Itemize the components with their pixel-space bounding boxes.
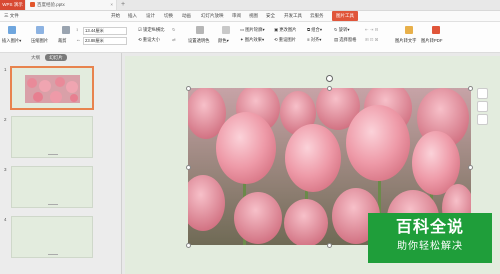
menu-design[interactable]: 设计 [146,11,155,21]
select-pane-label: 选择窗格 [339,37,357,42]
watermark-title: 百科全说 [395,219,464,236]
thumbnail-footer [48,154,58,155]
menu-slideshow[interactable]: 幻灯片放映 [201,11,224,21]
picture-to-pdf-label[interactable]: 图片转PDF [421,38,442,44]
menu-developer[interactable]: 开发工具 [284,11,302,21]
document-tab[interactable]: 百度经验.pptx × [26,0,117,10]
reset-picture-label: 重设图片 [278,37,296,42]
width-field[interactable]: 23.88厘米 [83,37,127,45]
lock-ratio-label: 锁定纵横比 [143,27,165,32]
resize-handle-left[interactable] [186,165,191,170]
pptx-file-icon [30,2,35,8]
set-transparent-icon[interactable] [196,26,204,34]
rotate-label: 旋转▾ [338,27,350,32]
menu-insert[interactable]: 插入 [128,11,137,21]
panel-tabs: 大纲 幻灯片 [27,54,67,61]
slide-thumbnail-preview [12,68,92,108]
menu-home[interactable]: 开始 [111,11,120,21]
menu-view[interactable]: 视图 [249,11,258,21]
compress-icon[interactable] [36,26,44,34]
picture-to-pdf-icon[interactable] [432,26,440,34]
resize-handle-bottom[interactable] [327,243,332,248]
app-tab[interactable]: WPS 演示 [0,0,25,10]
set-transparent-label[interactable]: 设置透明色 [188,38,209,44]
rotate-button[interactable]: ↻ 旋转▾ [334,27,350,33]
rotate-icon[interactable]: ↻ [172,27,176,33]
height-field[interactable]: 13.44厘米 [83,27,127,35]
align-left-icon[interactable]: ⇤ ⇥ ⊟ [365,27,378,33]
new-tab-icon[interactable]: + [121,0,125,9]
picture-outline-label: 图片轮廓▾ [245,27,265,32]
width-label: ↔ [76,37,81,42]
change-picture-button[interactable]: ▣ 更改图片 [274,27,296,33]
insert-picture-label[interactable]: 插入图片▾ [2,38,21,44]
align-label: 对齐▾ [310,37,322,42]
ribbon-toolbar: 插入图片▾ 压缩图片 裁剪 ↕ 13.44厘米 ↔ 23.88厘米 ☑ 锁定纵横… [0,22,500,53]
tab-slides[interactable]: 幻灯片 [45,54,67,61]
height-label: ↕ [76,27,79,32]
menu-animation[interactable]: 动画 [182,11,191,21]
reset-picture-button[interactable]: ⟲ 重设图片 [274,37,296,43]
tab-outline[interactable]: 大纲 [27,54,44,61]
change-picture-label: 更改图片 [279,27,297,32]
compress-label[interactable]: 压缩图片 [31,38,48,44]
layout-options-icon[interactable] [477,88,488,99]
slide-number: 3 [4,167,7,172]
thumbnail-footer [48,254,58,255]
rotate-handle[interactable] [326,75,333,82]
picture-effect-label: 图片效果▾ [244,37,265,42]
lock-ratio-checkbox[interactable]: ☑ 锁定纵横比 [138,27,165,33]
color-icon[interactable] [222,26,230,34]
slide-number: 1 [4,67,7,72]
insert-picture-icon[interactable] [8,26,16,34]
resize-handle-bottom-left[interactable] [186,243,191,248]
reset-size-button[interactable]: ⟲ 重设大小 [138,37,160,43]
flip-icon[interactable]: ⇄ [172,37,176,43]
crop-label[interactable]: 裁剪 [58,38,67,44]
menu-picture-tools[interactable]: 图片工具 [332,11,358,21]
title-bar: WPS 演示 百度经验.pptx × + [0,0,500,11]
menu-security[interactable]: 安全 [266,11,275,21]
slide-thumbnail-4[interactable] [11,216,93,258]
menu-bar: 三 文件 开始 插入 设计 切换 动画 幻灯片放映 审阅 视图 安全 开发工具 … [0,11,500,22]
slide-thumbnail-2[interactable] [11,116,93,158]
close-tab-icon[interactable]: × [110,0,113,10]
menu-file[interactable]: 三 文件 [4,11,19,21]
slide-thumbnail-3[interactable] [11,166,93,208]
watermark-logo: 百科全说 助你轻松解决 [368,213,492,263]
menu-review[interactable]: 审阅 [232,11,241,21]
combine-label: 组合▾ [311,27,323,32]
distribute-icon[interactable]: ⊞ ⊡ ⊠ [365,37,378,43]
document-tab-label: 百度经验.pptx [37,2,65,7]
menu-cloud[interactable]: 云服务 [310,11,324,21]
slide-number: 4 [4,217,7,222]
watermark-subtitle: 助你轻松解决 [397,241,463,252]
color-label[interactable]: 颜色▾ [218,38,229,44]
crop-float-icon[interactable] [477,101,488,112]
thumbnail-footer [48,204,58,205]
align-button[interactable]: ≡ 对齐▾ [307,37,321,43]
slide-thumbnail-1[interactable] [10,66,94,110]
resize-handle-top-right[interactable] [468,86,473,91]
slide-number: 2 [4,117,7,122]
combine-button[interactable]: ⧉ 组合▾ [307,27,322,33]
menu-transition[interactable]: 切换 [164,11,173,21]
picture-to-text-icon[interactable] [405,26,413,34]
zoom-float-icon[interactable] [477,114,488,125]
resize-handle-top-left[interactable] [186,86,191,91]
resize-handle-top[interactable] [327,86,332,91]
picture-to-text-label[interactable]: 图片转文字 [395,38,416,44]
crop-icon[interactable] [62,26,70,34]
resize-handle-right[interactable] [468,165,473,170]
reset-size-label: 重设大小 [142,37,160,42]
picture-effect-button[interactable]: ✦ 图片效果▾ [240,37,264,43]
select-pane-button[interactable]: ▤ 选择窗格 [334,37,356,43]
picture-outline-button[interactable]: ▭ 图片轮廓▾ [240,27,265,33]
